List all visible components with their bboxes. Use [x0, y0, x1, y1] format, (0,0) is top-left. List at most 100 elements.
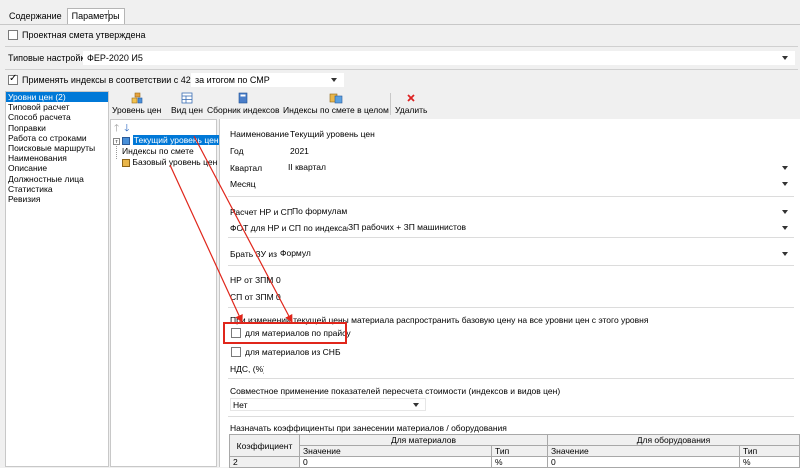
price-level-icon	[122, 136, 131, 145]
delete-label: Удалить	[395, 105, 428, 115]
approved-row: Проектная смета утверждена	[8, 30, 145, 40]
nrsp-value: По формулам	[292, 206, 348, 216]
table-row[interactable]: 2 0 % 0 %	[229, 456, 800, 468]
indexes-row: Применять индексы в соответствии с 421пр	[8, 73, 206, 85]
tree-item-current-label: Текущий уровень цен	[132, 135, 220, 145]
nrsp-select[interactable]: По формулам	[292, 205, 794, 218]
divider	[228, 237, 794, 238]
price-level-icon	[131, 91, 143, 105]
vat-input[interactable]	[264, 362, 794, 375]
coef-table: Коэффициент Для материалов Для оборудова…	[229, 434, 800, 468]
tab-parameters[interactable]: Параметры	[66, 8, 125, 24]
close-icon	[406, 91, 416, 105]
tree-item-current[interactable]: - Текущий уровень цен	[113, 135, 220, 145]
by-snb-row: для материалов из СНБ	[231, 347, 341, 357]
quarter-select[interactable]: II квартал	[288, 161, 794, 174]
name-value[interactable]: Текущий уровень цен	[290, 129, 375, 139]
tree-item-base[interactable]: Базовый уровень цен	[122, 157, 217, 167]
mat-value-header: Значение	[299, 445, 492, 457]
tab-contents[interactable]: Содержание	[4, 8, 67, 24]
divider	[228, 265, 794, 266]
zu-select[interactable]: Формул	[280, 247, 794, 260]
nr-label: НР от ЗПМ	[230, 275, 274, 285]
joint-value: Нет	[233, 400, 248, 410]
nav-item-price-levels[interactable]: Уровни цен (2)	[6, 92, 108, 103]
approved-label: Проектная смета утверждена	[22, 30, 146, 40]
coef-header: Коэффициент	[229, 434, 300, 457]
nav-item-rows[interactable]: Работа со строками	[6, 133, 108, 143]
nav-item-officials[interactable]: Должностные лица	[6, 174, 108, 184]
index-collection-label: Сборник индексов	[207, 105, 280, 115]
year-label: Год	[230, 146, 244, 156]
nav-item-corrections[interactable]: Поправки	[6, 123, 108, 133]
joint-select[interactable]: Нет	[230, 398, 426, 411]
price-level-tree: 🡑 🡓 - Текущий уровень цен Индексы по сме…	[110, 119, 220, 467]
month-label: Месяц	[230, 179, 256, 189]
sp-value[interactable]: 0	[276, 292, 281, 302]
settings-nav: Уровни цен (2) Типовой расчет Способ рас…	[5, 91, 109, 467]
toolbar-separator	[390, 93, 391, 115]
chevron-down-icon	[331, 78, 337, 82]
nr-value[interactable]: 0	[276, 275, 281, 285]
tab-divider	[0, 24, 800, 25]
materials-header: Для материалов	[299, 434, 548, 446]
mat-type-cell[interactable]: %	[491, 456, 548, 468]
equipment-header: Для оборудования	[547, 434, 800, 446]
chevron-down-icon	[782, 181, 788, 186]
estimate-indexes-label: Индексы по смете в целом	[283, 105, 389, 115]
divider	[228, 196, 794, 197]
fot-select[interactable]: ЗП рабочих + ЗП машинистов	[348, 221, 794, 234]
zu-label: Брать ЗУ из	[230, 249, 277, 259]
toolbar: Уровень цен Вид цен Сборник индексов Инд…	[110, 91, 800, 118]
tree-item-indexes[interactable]: Индексы по смете	[122, 146, 194, 156]
chevron-down-icon	[782, 209, 788, 214]
mat-type-header: Тип	[491, 445, 548, 457]
highlight-box	[223, 322, 347, 344]
chevron-down-icon	[782, 225, 788, 230]
indexes-mode-value: за итогом по СМР	[195, 75, 270, 85]
index-collection-button[interactable]: Сборник индексов	[207, 91, 280, 115]
chevron-down-icon	[782, 56, 788, 60]
index-collection-icon	[237, 91, 249, 105]
typical-value: ФЕР-2020 И5	[87, 53, 143, 63]
view-price-label: Вид цен	[171, 105, 203, 115]
typical-select[interactable]: ФЕР-2020 И5	[83, 51, 795, 65]
zu-value: Формул	[280, 248, 311, 258]
view-price-button[interactable]: Вид цен	[171, 91, 203, 115]
tree-item-indexes-label: Индексы по смете	[122, 146, 194, 156]
chevron-down-icon	[413, 402, 419, 407]
approved-checkbox[interactable]	[8, 30, 18, 40]
price-level-label: Уровень цен	[112, 105, 162, 115]
indexes-checkbox[interactable]	[8, 73, 18, 85]
eq-value-cell[interactable]: 0	[547, 456, 740, 468]
nav-item-revision[interactable]: Ревизия	[6, 194, 108, 204]
view-price-icon	[181, 91, 193, 105]
quarter-value: II квартал	[288, 162, 326, 172]
tab-strip: Содержание Параметры	[4, 8, 125, 24]
typical-label: Типовые настройки:	[8, 53, 92, 63]
month-select[interactable]	[288, 177, 794, 190]
vat-label: НДС, (%)	[230, 364, 266, 374]
by-snb-label: для материалов из СНБ	[245, 347, 341, 357]
estimate-indexes-icon	[329, 91, 343, 105]
estimate-indexes-button[interactable]: Индексы по смете в целом	[283, 91, 389, 115]
mat-value-cell[interactable]: 0	[299, 456, 492, 468]
nav-item-names[interactable]: Наименования	[6, 153, 108, 163]
nav-item-search-routes[interactable]: Поисковые маршруты	[6, 143, 108, 153]
nav-item-typical-calc[interactable]: Типовой расчет	[6, 102, 108, 112]
year-value[interactable]: 2021	[290, 146, 309, 156]
nav-item-calc-method[interactable]: Способ расчета	[6, 112, 108, 122]
nav-item-description[interactable]: Описание	[6, 163, 108, 173]
price-level-button[interactable]: Уровень цен	[112, 91, 161, 115]
fot-value: ЗП рабочих + ЗП машинистов	[348, 222, 467, 232]
divider	[228, 416, 794, 417]
fot-label: ФОТ для НР и СП по индексам	[230, 223, 353, 233]
joint-label: Совместное применение показателей пересч…	[230, 386, 561, 396]
delete-button[interactable]: Удалить	[395, 91, 427, 115]
by-snb-checkbox[interactable]	[231, 347, 241, 357]
eq-type-cell[interactable]: %	[739, 456, 800, 468]
tab-separator	[108, 10, 109, 22]
indexes-mode-select[interactable]: за итогом по СМР	[191, 73, 344, 87]
sp-label: СП от ЗПМ	[230, 292, 274, 302]
nav-item-statistics[interactable]: Статистика	[6, 184, 108, 194]
